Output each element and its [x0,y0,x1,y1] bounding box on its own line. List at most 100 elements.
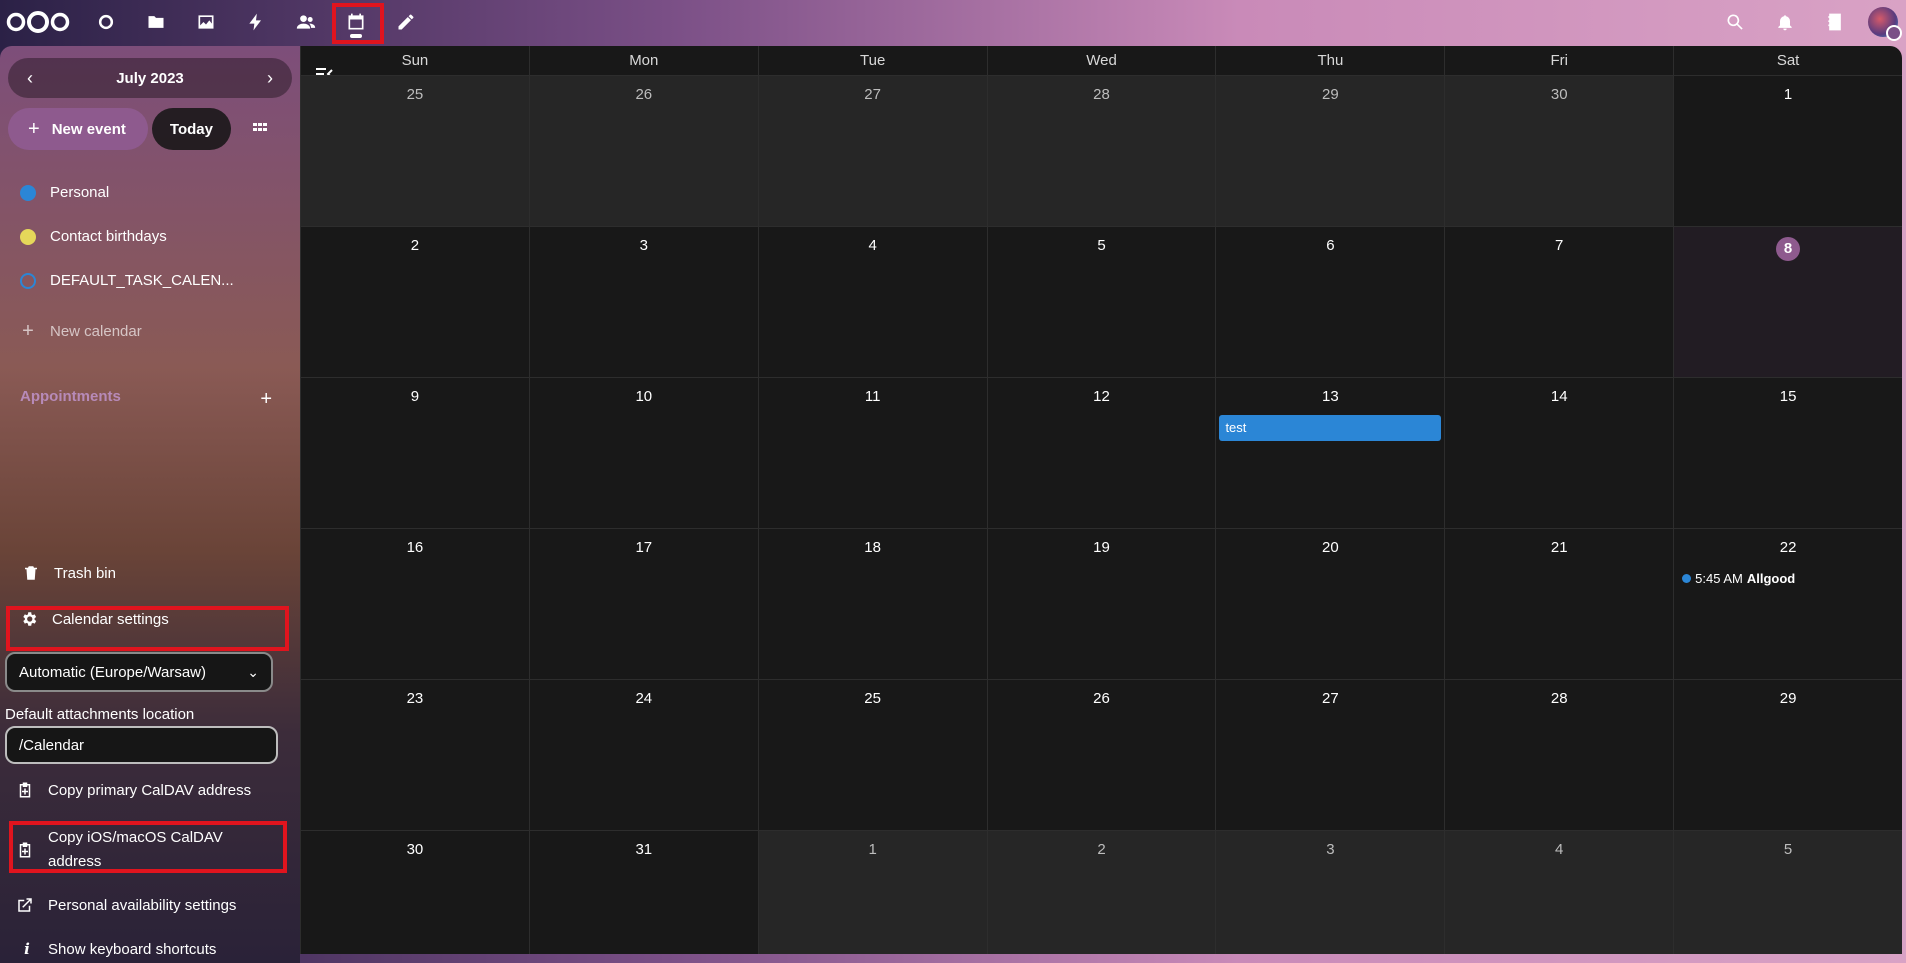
event-time: 5:45 AM [1695,571,1743,586]
day-cell[interactable]: 13 test [1215,378,1444,528]
calendar-app-icon[interactable] [334,6,378,38]
day-cell[interactable]: 3 [528,227,758,377]
day-number: 5 [1783,841,1793,858]
contacts-menu-icon[interactable] [1810,0,1860,44]
event-test[interactable]: test [1219,415,1442,441]
header-right-icons [1710,0,1906,44]
day-number: 6 [1326,237,1335,254]
day-cell[interactable]: 6 [1215,227,1444,377]
weekday-header: Sun Mon Tue Wed Thu Fri Sat [300,46,1902,75]
files-app-icon[interactable] [134,6,178,38]
day-number: 16 [406,539,424,556]
day-cell[interactable]: 30 [300,831,529,954]
day-cell[interactable]: 15 [1673,378,1902,528]
day-cell[interactable]: 28 [1444,680,1673,830]
day-cell[interactable]: 25 [300,76,529,226]
day-cell[interactable]: 29 [1215,76,1445,226]
day-cell[interactable]: 5 [986,227,1216,377]
day-cell[interactable]: 18 [757,529,987,679]
day-cell[interactable]: 22 5:45 AM Allgood [1673,529,1902,679]
day-cell[interactable]: 28 [986,76,1216,226]
add-appointment-icon[interactable]: + [260,388,272,411]
notes-app-icon[interactable] [384,6,428,38]
plus-icon: + [28,117,40,140]
day-number: 31 [635,841,653,858]
dashboard-app-icon[interactable] [84,6,128,38]
photos-app-icon[interactable] [184,6,228,38]
personal-availability-button[interactable]: Personal availability settings [16,896,236,914]
day-number: 3 [1326,841,1335,858]
day-cell[interactable]: 20 [1215,529,1444,679]
day-number: 11 [864,388,881,405]
day-number: 26 [1093,690,1110,707]
day-number: 1 [1783,86,1793,103]
calendar-settings-button[interactable]: Calendar settings [20,610,169,628]
day-cell[interactable]: 26 [986,680,1216,830]
calendar-item-contact-birthdays[interactable]: Contact birthdays [20,228,167,245]
new-calendar-button[interactable]: + New calendar [20,320,142,343]
day-cell[interactable]: 19 [986,529,1216,679]
day-cell[interactable]: 17 [528,529,758,679]
day-cell[interactable]: 10 [528,378,758,528]
day-cell[interactable]: 24 [528,680,758,830]
next-month-icon[interactable]: › [258,66,282,90]
chevron-down-icon: ⌄ [247,663,259,680]
weekday-fri: Fri [1444,46,1673,75]
calendar-item-default-task[interactable]: DEFAULT_TASK_CALEN... [20,272,234,289]
bell-icon[interactable] [1760,0,1810,44]
day-cell[interactable]: 27 [757,76,987,226]
new-event-button[interactable]: + New event [8,108,148,150]
day-cell[interactable]: 9 [300,378,529,528]
day-cell[interactable]: 1 [757,831,987,954]
copy-primary-caldav-button[interactable]: Copy primary CalDAV address [16,781,251,799]
calendar-item-personal[interactable]: Personal [20,184,109,201]
day-cell[interactable]: 25 [757,680,987,830]
today-button[interactable]: Today [151,108,231,150]
day-cell[interactable]: 16 [300,529,529,679]
day-cell[interactable]: 5 [1673,831,1902,954]
copy-ios-caldav-button[interactable]: Copy iOS/macOS CalDAV address [16,826,226,874]
day-cell[interactable]: 4 [757,227,987,377]
day-cell[interactable]: 14 [1444,378,1673,528]
day-cell-today[interactable]: 8 [1673,227,1902,377]
day-cell[interactable]: 23 [300,680,529,830]
day-cell[interactable]: 27 [1215,680,1444,830]
plus-icon: + [22,320,34,342]
activity-app-icon[interactable] [234,6,278,38]
day-cell[interactable]: 2 [300,227,529,377]
current-month-label[interactable]: July 2023 [116,70,184,87]
day-cell[interactable]: 21 [1444,529,1673,679]
view-grid-icon[interactable] [239,108,281,150]
day-cell[interactable]: 26 [528,76,758,226]
keyboard-shortcuts-button[interactable]: i Show keyboard shortcuts [20,940,216,958]
day-cell[interactable]: 7 [1444,227,1673,377]
day-number: 30 [1550,86,1568,103]
timezone-select[interactable]: Automatic (Europe/Warsaw) ⌄ [5,652,273,692]
attachments-location-input[interactable]: /Calendar [5,726,278,764]
week-row: 30 31 1 2 3 4 5 [300,830,1902,954]
event-color-dot [1682,574,1692,583]
day-cell[interactable]: 4 [1444,831,1674,954]
nextcloud-logo[interactable] [6,10,70,34]
day-number: 3 [639,237,648,254]
previous-month-icon[interactable]: ‹ [18,66,42,90]
search-icon[interactable] [1710,0,1760,44]
day-cell[interactable]: 29 [1673,680,1902,830]
day-number: 9 [410,388,420,405]
weekday-mon: Mon [528,46,758,75]
day-cell[interactable]: 12 [986,378,1216,528]
day-cell[interactable]: 3 [1215,831,1445,954]
new-calendar-label: New calendar [50,323,142,340]
trash-bin-button[interactable]: Trash bin [22,564,116,582]
keyboard-shortcuts-label: Show keyboard shortcuts [48,940,217,958]
weekday-tue: Tue [757,46,987,75]
task-calendar-color-dot [20,272,36,289]
contacts-app-icon[interactable] [284,6,328,38]
day-cell[interactable]: 30 [1444,76,1674,226]
day-cell[interactable]: 31 [528,831,758,954]
event-allgood[interactable]: 5:45 AM Allgood [1682,571,1795,586]
day-cell[interactable]: 11 [757,378,987,528]
day-cell[interactable]: 1 [1673,76,1902,226]
day-cell[interactable]: 2 [986,831,1216,954]
user-avatar[interactable] [1868,7,1902,41]
